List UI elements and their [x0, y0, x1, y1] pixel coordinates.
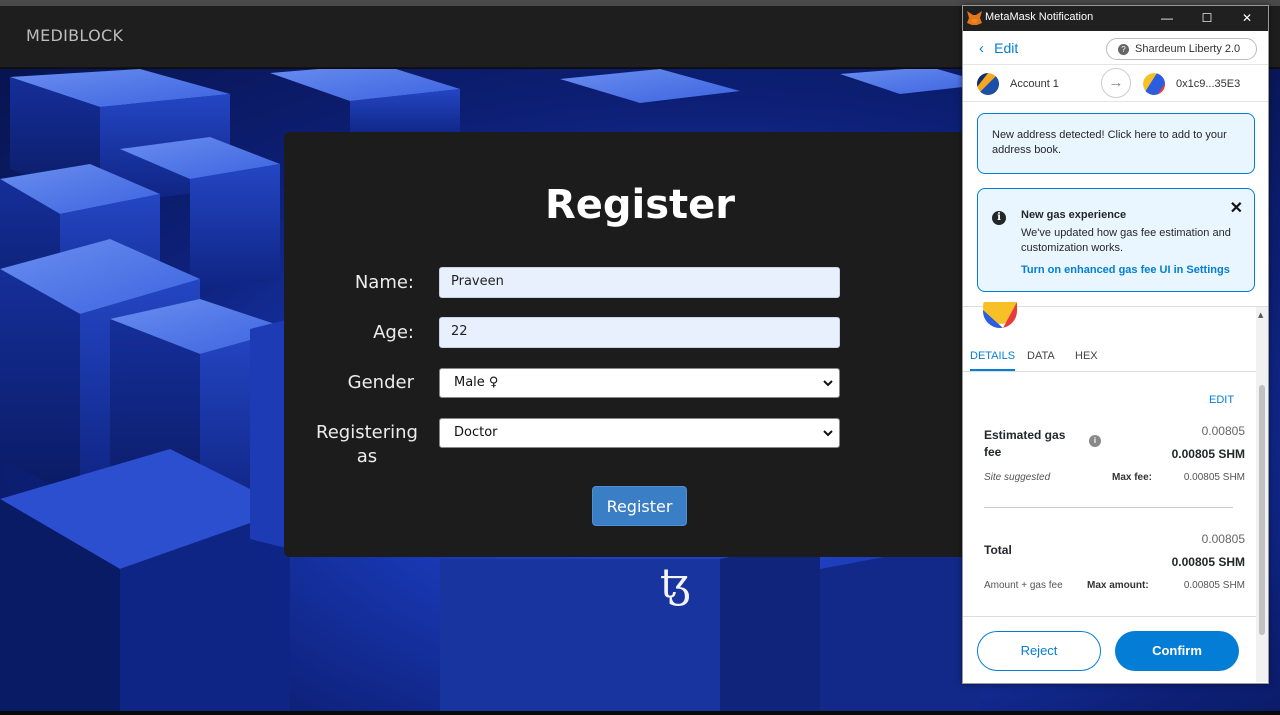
- bottom-strip: [0, 711, 1280, 715]
- gender-label: Gender: [347, 372, 414, 393]
- notice-title: New gas experience: [1021, 209, 1127, 221]
- site-avatar: [983, 302, 1017, 328]
- action-footer: Reject Confirm: [963, 616, 1256, 683]
- name-label: Name:: [354, 272, 414, 293]
- gender-select[interactable]: Male ♀: [439, 368, 840, 398]
- site-suggested: Site suggested: [984, 472, 1051, 483]
- network-name: Shardeum Liberty 2.0: [1135, 43, 1241, 55]
- max-fee-value: 0.00805 SHM: [1183, 472, 1245, 483]
- gas-value: 0.00805 SHM: [1171, 447, 1245, 461]
- role-label: Registering as: [302, 422, 432, 467]
- enhanced-gas-link[interactable]: Turn on enhanced gas fee UI in Settings: [1021, 264, 1230, 276]
- window-title: MetaMask Notification: [985, 11, 1094, 23]
- tab-data[interactable]: DATA: [1027, 350, 1055, 362]
- amount-gas-label: Amount + gas fee: [984, 580, 1063, 591]
- arrow-right-icon: →: [1101, 68, 1131, 98]
- brand-title[interactable]: MEDIBLOCK: [26, 26, 123, 45]
- account-row: Account 1 → 0x1c9...35E3: [963, 65, 1268, 102]
- tab-hex[interactable]: HEX: [1075, 350, 1098, 362]
- total-label: Total: [984, 543, 1012, 557]
- transaction-details: DETAILS DATA HEX EDIT Estimated gas fee …: [963, 302, 1268, 682]
- reject-button[interactable]: Reject: [977, 631, 1101, 671]
- gas-fee-label-line2: fee: [984, 445, 1002, 459]
- tezos-logo: ꜩ: [660, 561, 691, 607]
- total-value: 0.00805 SHM: [1171, 555, 1245, 569]
- info-icon: i: [992, 211, 1006, 225]
- total-value-small: 0.00805: [1201, 532, 1245, 546]
- network-selector[interactable]: ? Shardeum Liberty 2.0: [1106, 38, 1257, 60]
- new-address-notice[interactable]: New address detected! Click here to add …: [977, 113, 1255, 174]
- name-input[interactable]: Praveen: [439, 267, 840, 298]
- question-icon: ?: [1118, 44, 1129, 55]
- chevron-down-icon: [823, 430, 833, 437]
- role-select-value: Doctor: [454, 425, 498, 440]
- scrollbar-thumb[interactable]: [1259, 385, 1265, 635]
- gas-experience-notice: i ✕ New gas experience We've updated how…: [977, 188, 1255, 292]
- edit-gas-link[interactable]: EDIT: [1209, 394, 1234, 406]
- gender-select-value: Male ♀: [454, 375, 499, 390]
- from-account[interactable]: Account 1: [1010, 78, 1059, 90]
- edit-label: Edit: [994, 40, 1019, 56]
- info-icon[interactable]: i: [1089, 435, 1101, 447]
- max-fee-label: Max fee:: [1112, 472, 1153, 483]
- scroll-up-icon[interactable]: ▲: [1258, 311, 1263, 319]
- register-title: Register: [544, 182, 736, 228]
- tab-details[interactable]: DETAILS: [970, 350, 1016, 371]
- metamask-fox-icon: [967, 11, 982, 25]
- role-label-line1: Registering: [316, 422, 418, 443]
- age-label: Age:: [373, 322, 414, 343]
- gas-fee-label: Estimated gas fee: [984, 427, 1065, 461]
- chevron-down-icon: [823, 380, 833, 387]
- metamask-window: MetaMask Notification — ☐ ✕ ‹ Edit ? Sha…: [962, 5, 1269, 684]
- close-notice-icon[interactable]: ✕: [1230, 198, 1243, 218]
- register-button[interactable]: Register: [592, 486, 687, 526]
- confirm-button[interactable]: Confirm: [1115, 631, 1239, 671]
- minimize-icon[interactable]: —: [1158, 9, 1176, 27]
- role-label-line2: as: [356, 446, 378, 467]
- details-tabs: DETAILS DATA HEX: [963, 343, 1256, 372]
- divider: [984, 507, 1233, 508]
- close-icon[interactable]: ✕: [1238, 9, 1256, 27]
- to-address[interactable]: 0x1c9...35E3: [1176, 78, 1240, 90]
- notice-body: We've updated how gas fee estimation and…: [1021, 227, 1231, 254]
- role-select[interactable]: Doctor: [439, 418, 840, 448]
- scrollbar[interactable]: ▲: [1256, 307, 1268, 682]
- age-input[interactable]: 22: [439, 317, 840, 348]
- window-titlebar: MetaMask Notification — ☐ ✕: [963, 6, 1268, 31]
- chevron-left-icon: ‹: [979, 40, 984, 57]
- mm-header: ‹ Edit ? Shardeum Liberty 2.0: [963, 31, 1268, 65]
- account-avatar: [977, 73, 999, 95]
- gas-value-small: 0.00805: [1201, 424, 1245, 438]
- recipient-avatar: [1143, 73, 1165, 95]
- max-amount-value: 0.00805 SHM: [1183, 580, 1245, 591]
- register-card: Register Name: Praveen Age: 22 Gender Ma…: [284, 132, 984, 557]
- edit-back-button[interactable]: ‹ Edit: [979, 40, 1018, 57]
- maximize-icon[interactable]: ☐: [1198, 9, 1216, 27]
- max-amount-label: Max amount:: [1087, 580, 1149, 591]
- gas-fee-label-line1: Estimated gas: [984, 428, 1066, 442]
